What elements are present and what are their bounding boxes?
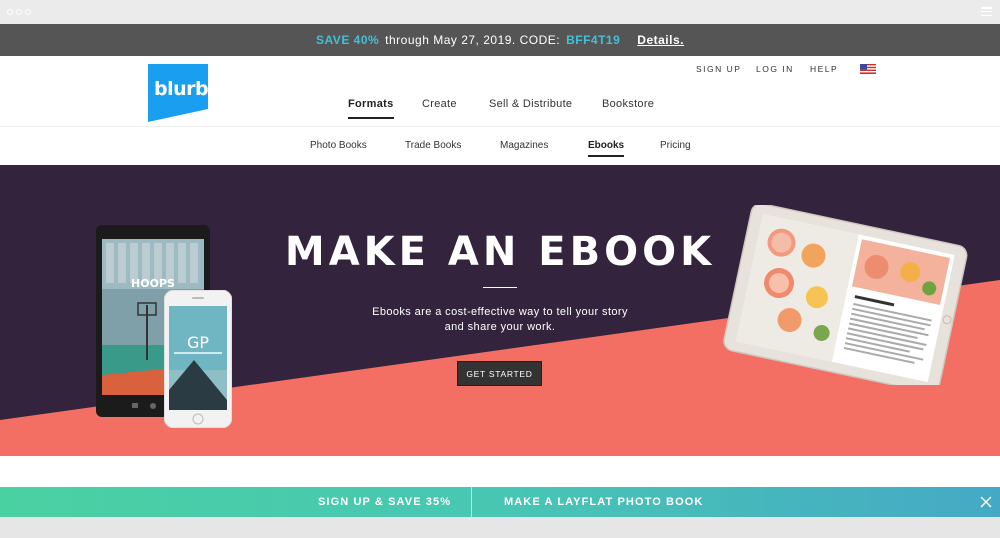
hero-subtitle-line1: Ebooks are a cost-effective way to tell … <box>372 306 628 318</box>
tablet-book-title: HOOPS <box>131 277 175 290</box>
subnav-pricing[interactable]: Pricing <box>660 140 691 151</box>
ipad-device-image <box>723 205 968 385</box>
bottom-promo-bar: SIGN UP & SAVE 35% MAKE A LAYFLAT PHOTO … <box>0 487 1000 517</box>
site-header: blurb SIGN UP LOG IN HELP Formats Create… <box>0 56 1000 126</box>
promo-text: through May 27, 2019. CODE: <box>385 33 561 47</box>
hero-subtitle-line2: and share your work. <box>444 321 556 333</box>
close-icon[interactable] <box>980 496 992 508</box>
signup-save-link[interactable]: SIGN UP & SAVE 35% <box>318 496 451 508</box>
browser-chrome <box>0 0 1000 24</box>
promo-save: SAVE 40% <box>316 33 380 47</box>
login-link[interactable]: LOG IN <box>756 64 794 74</box>
nav-bookstore[interactable]: Bookstore <box>602 98 654 110</box>
promo-details-link[interactable]: Details. <box>637 33 684 47</box>
promo-banner: SAVE 40% through May 27, 2019. CODE: BFF… <box>0 24 1000 56</box>
promo-code: BFF4T19 <box>566 33 621 47</box>
menu-icon[interactable] <box>981 7 992 16</box>
nav-formats[interactable]: Formats <box>348 98 394 119</box>
phone-device-image: GP <box>164 290 232 428</box>
bar-divider <box>471 487 472 517</box>
sub-navigation: Photo Books Trade Books Magazines Ebooks… <box>0 126 1000 165</box>
hero-divider <box>483 287 517 288</box>
subnav-photo-books[interactable]: Photo Books <box>310 140 367 151</box>
hero-subtitle: Ebooks are a cost-effective way to tell … <box>350 305 650 335</box>
subnav-ebooks[interactable]: Ebooks <box>588 140 625 157</box>
signup-link[interactable]: SIGN UP <box>696 64 741 74</box>
us-flag-icon[interactable] <box>860 64 876 74</box>
content-spacer <box>0 456 1000 487</box>
nav-sell-distribute[interactable]: Sell & Distribute <box>489 98 572 110</box>
window-controls[interactable] <box>7 9 31 15</box>
phone-book-title: GP <box>187 333 209 352</box>
logo-text: blurb <box>154 78 209 100</box>
blurb-logo[interactable]: blurb <box>148 64 209 122</box>
subnav-magazines[interactable]: Magazines <box>500 140 548 151</box>
hero-section: HOOPS GP MAKE AN EBOOK Ebooks are a cost… <box>0 165 1000 456</box>
subnav-trade-books[interactable]: Trade Books <box>405 140 461 151</box>
nav-create[interactable]: Create <box>422 98 457 110</box>
help-link[interactable]: HELP <box>810 64 838 74</box>
layflat-book-link[interactable]: MAKE A LAYFLAT PHOTO BOOK <box>504 496 703 508</box>
get-started-button[interactable]: GET STARTED <box>457 361 542 386</box>
